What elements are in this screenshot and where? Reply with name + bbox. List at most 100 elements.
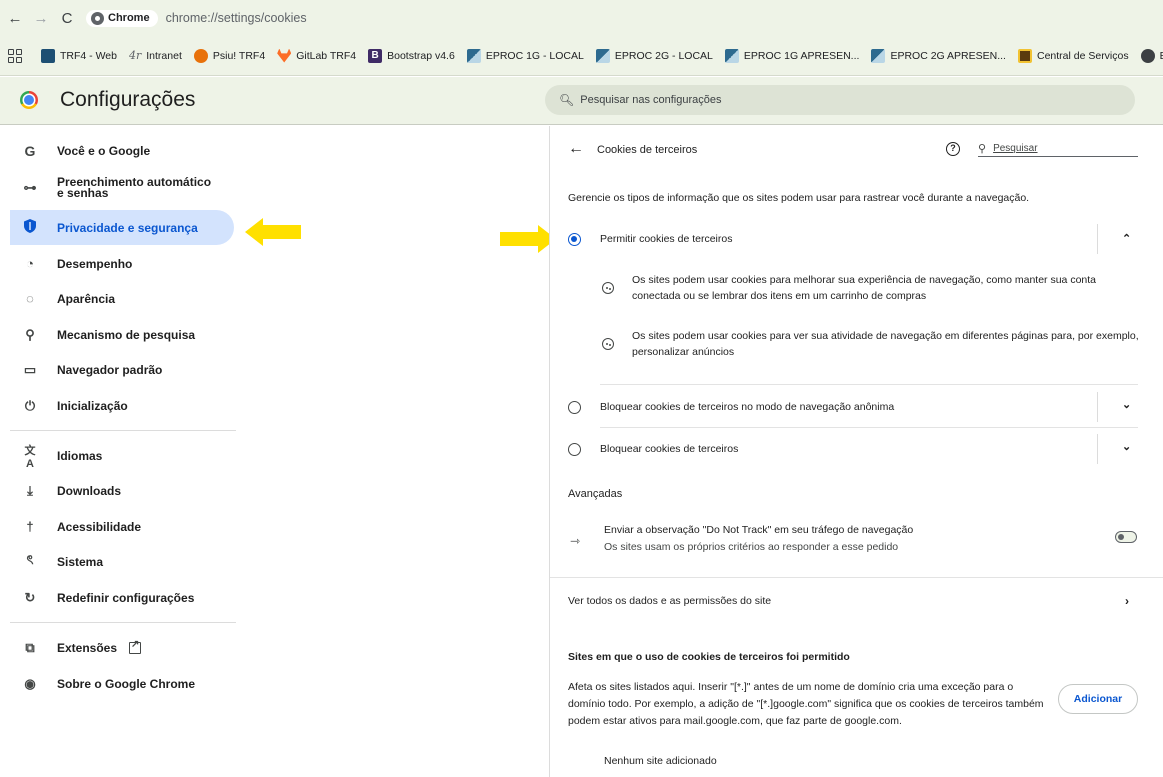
chevron-down-icon[interactable]: ⌄: [1122, 398, 1131, 411]
subpage-search-input[interactable]: ⚲ Pesquisar: [978, 140, 1138, 157]
option-allow-third-party[interactable]: Permitir cookies de terceiros: [568, 224, 1148, 254]
detail-item: Os sites podem usar cookies para ver sua…: [602, 328, 1142, 360]
browser-window-icon: ▭: [23, 361, 37, 377]
allowed-sites-description: Afeta os sites listados aqui. Inserir "[…: [568, 681, 1044, 727]
sidebar-item-accessibility[interactable]: † Acessibilidade: [10, 509, 234, 544]
sidebar-item-label: Você e o Google: [57, 143, 151, 158]
sidebar-item-reset[interactable]: ↻ Redefinir configurações: [10, 580, 234, 615]
translate-icon: 文A: [24, 444, 36, 470]
radio-button[interactable]: [568, 400, 581, 414]
bookmark-label: EPROC 1G - LOCAL: [485, 49, 584, 62]
sidebar-item-you-and-google[interactable]: G Você e o Google: [10, 133, 234, 168]
radio-button-checked[interactable]: [568, 232, 581, 246]
radio-button[interactable]: [568, 442, 581, 456]
psiu-icon: [193, 48, 208, 63]
detail-text: Os sites podem usar cookies para ver sua…: [632, 330, 1139, 358]
sidebar-item-label: Acessibilidade: [57, 519, 142, 534]
bookmark-label: Psiu! TRF4: [212, 49, 266, 62]
divider: [600, 384, 1138, 385]
sidebar-item-languages[interactable]: 文A Idiomas: [10, 438, 234, 473]
site-data-link-row[interactable]: Ver todos os dados e as permissões do si…: [550, 586, 1163, 616]
annotation-arrow-left-icon: [245, 218, 301, 246]
bookmark-label: EPROC 2G - LOCAL: [614, 49, 713, 62]
page-title: Configurações: [60, 88, 196, 111]
chevron-up-icon[interactable]: ⌃: [1122, 232, 1131, 245]
sidebar-item-label: Mecanismo de pesquisa: [57, 327, 196, 342]
dnt-toggle[interactable]: [1115, 531, 1137, 543]
sidebar-item-search-engine[interactable]: ⚲ Mecanismo de pesquisa: [10, 317, 234, 352]
chevron-down-icon[interactable]: ⌄: [1122, 440, 1131, 453]
sidebar-item-extensions[interactable]: ⧉ Extensões: [10, 630, 234, 665]
sidebar-item-label: Privacidade e segurança: [57, 220, 198, 235]
back-arrow-icon[interactable]: ←: [568, 140, 584, 158]
sidebar-item-label: Navegador padrão: [57, 362, 163, 377]
bookmark-eproc-1g-apresen[interactable]: EPROC 1G APRESEN...: [724, 48, 859, 63]
bookmark-central-servicos[interactable]: Central de Serviços: [1017, 48, 1129, 63]
eproc-icon: [871, 48, 886, 63]
forward-nav-icon[interactable]: →: [30, 7, 52, 29]
bootstrap-icon: B: [368, 48, 383, 63]
bookmark-bootstrap[interactable]: B Bootstrap v4.6: [368, 48, 455, 63]
sidebar-divider: [10, 622, 236, 623]
bookmark-eproc-2g-apresen[interactable]: EPROC 2G APRESEN...: [871, 48, 1006, 63]
bookmark-trf4-web[interactable]: TRF4 - Web: [41, 48, 117, 63]
settings-header: Configurações 🔍︎ Pesquisar nas configura…: [0, 77, 1163, 125]
bookmark-intranet[interactable]: 4r Intranet: [129, 49, 182, 62]
power-icon: ⏻: [24, 397, 36, 413]
bookmark-label: E/: [1160, 50, 1163, 62]
reload-icon[interactable]: C: [56, 7, 78, 29]
omnibox[interactable]: Chrome chrome://settings/cookies: [86, 5, 307, 31]
url-text: chrome://settings/cookies: [165, 11, 307, 25]
bookmark-psiu[interactable]: Psiu! TRF4: [193, 48, 266, 63]
sidebar-item-privacy[interactable]: Privacidade e segurança: [10, 210, 234, 245]
empty-list-message: Nenhum site adicionado: [604, 755, 717, 767]
shield-icon: [21, 219, 39, 236]
sidebar-item-performance[interactable]: ◔ Desempenho: [10, 246, 234, 281]
bookmark-ea[interactable]: E/: [1140, 48, 1163, 63]
sidebar-item-default-browser[interactable]: ▭ Navegador padrão: [10, 352, 234, 387]
option-block-incognito[interactable]: Bloquear cookies de terceiros no modo de…: [568, 392, 1148, 422]
annotation-arrow-right-icon: [500, 225, 556, 253]
palette-icon: ◌: [26, 291, 34, 306]
sidebar: G Você e o Google ⊶ Preenchimento automá…: [0, 126, 250, 777]
option-label: Permitir cookies de terceiros: [600, 233, 733, 245]
sidebar-item-label: Downloads: [57, 483, 122, 498]
advanced-heading: Avançadas: [568, 488, 623, 500]
chrome-icon: ◉: [24, 675, 36, 691]
sidebar-item-startup[interactable]: ⏻ Inicialização: [10, 388, 234, 423]
divider: [550, 577, 1163, 578]
site-info-chip[interactable]: Chrome: [86, 9, 158, 27]
back-nav-icon[interactable]: ←: [4, 7, 26, 29]
cookie-icon: [602, 338, 614, 350]
dnt-title: Enviar a observação "Do Not Track" em se…: [604, 524, 914, 536]
sidebar-item-label: Preenchimento automático e senhas: [57, 174, 212, 200]
option-block-third-party[interactable]: Bloquear cookies de terceiros: [568, 434, 1148, 464]
help-icon[interactable]: ?: [946, 142, 960, 156]
wrench-icon: ৎ: [26, 552, 34, 567]
sidebar-item-label: Desempenho: [57, 256, 133, 271]
search-icon: 🔍︎: [559, 93, 575, 107]
add-site-button[interactable]: Adicionar: [1058, 684, 1138, 714]
apps-grid-icon[interactable]: [8, 48, 22, 63]
sidebar-item-system[interactable]: ৎ Sistema: [10, 544, 234, 579]
sidebar-item-downloads[interactable]: ⤓ Downloads: [10, 473, 234, 508]
download-icon: ⤓: [27, 482, 33, 498]
sidebar-item-appearance[interactable]: ◌ Aparência: [10, 281, 234, 316]
subpage-title: Cookies de terceiros: [597, 144, 698, 156]
sidebar-item-label: Idiomas: [57, 448, 103, 463]
settings-search-input[interactable]: 🔍︎ Pesquisar nas configurações: [545, 85, 1135, 115]
sidebar-item-autofill[interactable]: ⊶ Preenchimento automático e senhas: [10, 170, 234, 205]
chrome-icon: [1140, 48, 1155, 63]
site-data-link: Ver todos os dados e as permissões do si…: [568, 595, 772, 607]
sidebar-item-about-chrome[interactable]: ◉ Sobre o Google Chrome: [10, 666, 234, 701]
key-icon: ⊶: [23, 179, 37, 195]
page-description: Gerencie os tipos de informação que os s…: [568, 192, 1030, 204]
bookmark-gitlab[interactable]: GitLab TRF4: [277, 48, 356, 63]
sidebar-item-label: Redefinir configurações: [57, 590, 195, 605]
subpage-search-placeholder: Pesquisar: [993, 142, 1038, 154]
intranet-logo: 4r: [128, 49, 142, 62]
eproc-icon: [595, 48, 610, 63]
bookmark-eproc-2g-local[interactable]: EPROC 2G - LOCAL: [595, 48, 713, 63]
option-label: Bloquear cookies de terceiros: [600, 443, 739, 455]
bookmark-eproc-1g-local[interactable]: EPROC 1G - LOCAL: [466, 48, 584, 63]
